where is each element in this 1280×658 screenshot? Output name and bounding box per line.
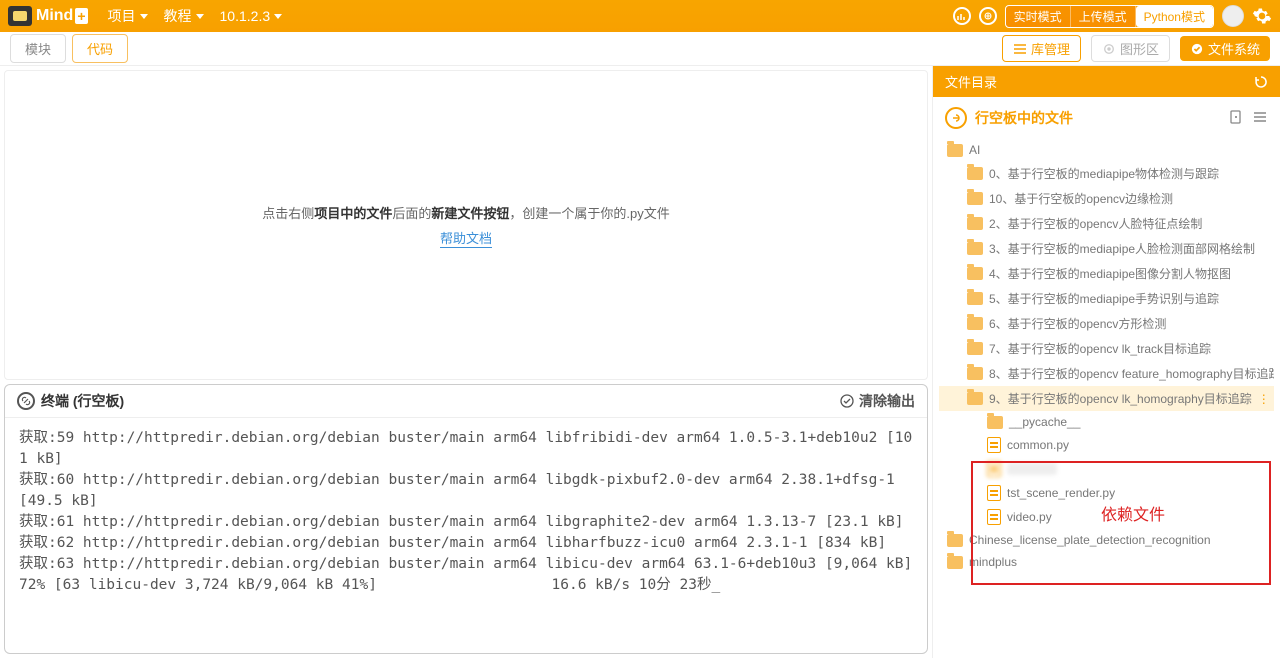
folder-icon — [947, 556, 963, 569]
menu-project[interactable]: 项目 — [108, 6, 148, 26]
mode-tabs: 实时模式 上传模式 Python模式 — [1005, 5, 1214, 28]
gear-icon[interactable] — [1252, 6, 1272, 26]
eraser-icon — [839, 393, 855, 409]
left-column: 点击右侧项目中的文件后面的新建文件按钮，创建一个属于你的.py文件 帮助文档 终… — [0, 66, 932, 658]
file-system-button[interactable]: 文件系统 — [1180, 36, 1270, 61]
graph-area-button[interactable]: 图形区 — [1091, 35, 1170, 62]
logo-plus: + — [75, 8, 87, 24]
caret-down-icon — [196, 14, 204, 19]
globe-icon[interactable] — [979, 7, 997, 25]
file-actions — [1228, 109, 1268, 128]
file-icon — [987, 509, 1001, 525]
folder-item[interactable]: 7、基于行空板的opencv lk_track目标追踪 — [939, 336, 1274, 361]
terminal-header: 终端 (行空板) 清除输出 — [5, 385, 927, 418]
folder-item[interactable]: 9、基于行空板的opencv lk_homography目标追踪 — [939, 386, 1274, 411]
folder-icon — [947, 144, 963, 157]
file-panel: 文件目录 行空板中的文件 AI0、基于行空板的mediapipe物体检测与跟踪1… — [932, 66, 1280, 658]
logo: Mind + — [8, 6, 88, 26]
link-icon — [17, 392, 35, 410]
file-panel-title-row: 行空板中的文件 — [933, 97, 1280, 139]
folder-item[interactable]: 4、基于行空板的mediapipe图像分割人物抠图 — [939, 261, 1274, 286]
folder-item[interactable]: Chinese_license_plate_detection_recognit… — [939, 529, 1274, 551]
folder-item[interactable]: 2、基于行空板的opencv人脸特征点绘制 — [939, 211, 1274, 236]
folder-item[interactable]: mindplus — [939, 551, 1274, 573]
folder-icon — [967, 342, 983, 355]
caret-down-icon — [140, 14, 148, 19]
folder-item[interactable]: 3、基于行空板的mediapipe人脸检测面部网格绘制 — [939, 236, 1274, 261]
file-item[interactable]: common.py — [939, 433, 1274, 457]
file-icon — [987, 485, 1001, 501]
terminal-output[interactable]: 获取:59 http://httpredir.debian.org/debian… — [5, 418, 927, 606]
folder-item[interactable]: 0、基于行空板的mediapipe物体检测与跟踪 — [939, 161, 1274, 186]
file-panel-title: 行空板中的文件 — [975, 108, 1220, 128]
caret-down-icon — [274, 14, 282, 19]
folder-icon — [967, 242, 983, 255]
folder-icon — [967, 167, 983, 180]
file-icon — [987, 461, 1001, 477]
folder-pycache[interactable]: __pycache__ — [939, 411, 1274, 433]
toolbar: 模块 代码 库管理 图形区 文件系统 — [0, 32, 1280, 66]
lib-manage-button[interactable]: 库管理 — [1002, 35, 1081, 62]
file-icon — [987, 437, 1001, 453]
folder-icon — [967, 267, 983, 280]
folder-icon — [987, 416, 1003, 429]
new-file-icon[interactable] — [1228, 109, 1244, 128]
folder-item[interactable]: 6、基于行空板的opencv方形检测 — [939, 311, 1274, 336]
folder-ai[interactable]: AI — [939, 139, 1274, 161]
folder-icon — [967, 217, 983, 230]
folder-item[interactable]: 10、基于行空板的opencv边缘检测 — [939, 186, 1274, 211]
folder-icon — [967, 392, 983, 405]
main-area: 点击右侧项目中的文件后面的新建文件按钮，创建一个属于你的.py文件 帮助文档 终… — [0, 66, 1280, 658]
tab-modules[interactable]: 模块 — [10, 34, 66, 63]
list-icon — [1013, 43, 1027, 55]
logo-icon — [8, 6, 32, 26]
clear-output-button[interactable]: 清除输出 — [839, 391, 915, 411]
return-icon[interactable] — [945, 107, 967, 129]
folder-icon — [947, 534, 963, 547]
mode-python[interactable]: Python模式 — [1136, 6, 1213, 27]
menu-icon[interactable] — [1252, 109, 1268, 128]
mode-realtime[interactable]: 实时模式 — [1006, 6, 1071, 27]
terminal-title: 终端 (行空板) — [41, 391, 124, 411]
menu-tutorial[interactable]: 教程 — [164, 6, 204, 26]
chart-icon[interactable] — [953, 7, 971, 25]
folder-icon — [967, 317, 983, 330]
logo-text: Mind — [36, 7, 73, 25]
editor-hint: 点击右侧项目中的文件后面的新建文件按钮，创建一个属于你的.py文件 — [262, 203, 669, 222]
help-link[interactable]: 帮助文档 — [440, 228, 492, 248]
check-icon — [1190, 43, 1204, 55]
terminal-panel: 终端 (行空板) 清除输出 获取:59 http://httpredir.deb… — [4, 384, 928, 654]
file-panel-header: 文件目录 — [933, 66, 1280, 97]
tab-code[interactable]: 代码 — [72, 34, 128, 63]
app-header: Mind + 项目 教程 10.1.2.3 实时模式 上传模式 Python模式 — [0, 0, 1280, 32]
editor-panel: 点击右侧项目中的文件后面的新建文件按钮，创建一个属于你的.py文件 帮助文档 — [4, 70, 928, 380]
folder-item[interactable]: 8、基于行空板的opencv feature_homography目标追踪 — [939, 361, 1274, 386]
annotation-label: 依赖文件 — [1101, 501, 1165, 525]
folder-icon — [967, 292, 983, 305]
menu-ip[interactable]: 10.1.2.3 — [220, 8, 283, 24]
refresh-icon[interactable] — [1254, 75, 1268, 89]
mode-upload[interactable]: 上传模式 — [1071, 6, 1136, 27]
avatar[interactable] — [1222, 5, 1244, 27]
folder-item[interactable]: 5、基于行空板的mediapipe手势识别与追踪 — [939, 286, 1274, 311]
folder-icon — [967, 192, 983, 205]
file-item[interactable] — [939, 457, 1274, 481]
target-icon — [1102, 43, 1116, 55]
file-tree[interactable]: AI0、基于行空板的mediapipe物体检测与跟踪10、基于行空板的openc… — [933, 139, 1280, 658]
folder-icon — [967, 367, 983, 380]
